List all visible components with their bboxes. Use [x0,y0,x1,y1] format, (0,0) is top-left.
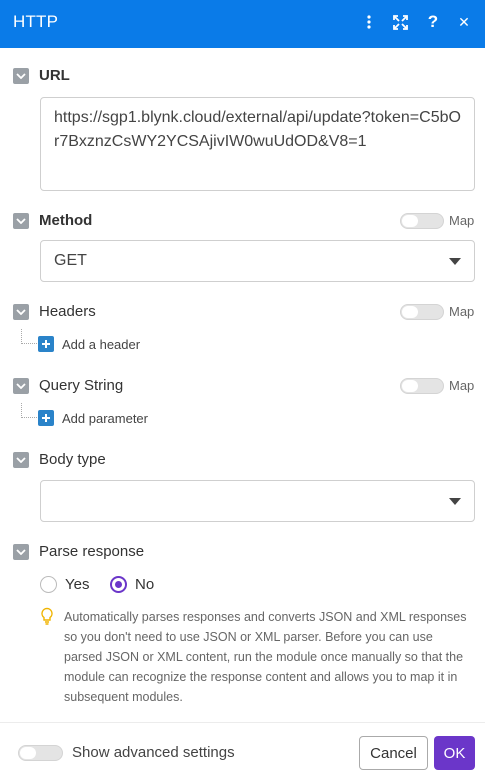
add-parameter-button[interactable]: Add parameter [38,410,148,426]
add-header-label: Add a header [62,336,141,352]
help-icon[interactable]: ? [421,10,445,34]
method-map-toggle[interactable] [400,213,444,229]
method-label: Method [39,212,93,229]
url-collapse-toggle[interactable] [13,68,29,84]
parse-response-no-radio[interactable]: No [110,576,154,593]
tree-connector [21,403,37,418]
query-string-map-toggle[interactable] [400,378,444,394]
module-header: HTTP ? ✕ [0,0,485,48]
query-string-collapse-toggle[interactable] [13,378,29,394]
parse-response-hint: Automatically parses responses and conve… [64,610,467,704]
cancel-button[interactable]: Cancel [359,736,428,770]
method-collapse-toggle[interactable] [13,213,29,229]
parse-response-label: Parse response [39,543,145,560]
module-footer: Show advanced settings Cancel OK [0,722,485,780]
plus-icon [38,336,54,352]
module-title: HTTP [13,12,59,31]
headers-map-toggle[interactable] [400,304,444,320]
url-input[interactable]: https://sgp1.blynk.cloud/external/api/up… [40,97,475,191]
method-select[interactable]: GET [40,240,475,282]
lightbulb-icon [40,607,54,625]
body-type-label: Body type [39,451,106,468]
close-icon[interactable]: ✕ [452,10,476,34]
parse-response-yes-radio[interactable]: Yes [40,576,89,593]
advanced-settings-toggle[interactable] [18,745,63,761]
headers-map-label: Map [449,304,475,319]
add-parameter-label: Add parameter [62,410,148,426]
parse-response-collapse-toggle[interactable] [13,544,29,560]
query-string-map-label: Map [449,378,475,393]
radio-label-yes: Yes [65,576,90,593]
method-map-label: Map [449,213,475,228]
url-label: URL [39,67,70,84]
ok-button[interactable]: OK [434,736,475,770]
headers-collapse-toggle[interactable] [13,304,29,320]
add-header-button[interactable]: Add a header [38,336,140,352]
method-select-value: GET [54,252,87,269]
caret-down-icon [449,258,461,265]
plus-icon [38,410,54,426]
body-type-select[interactable] [40,480,475,522]
body-type-collapse-toggle[interactable] [13,452,29,468]
expand-icon[interactable] [388,10,412,34]
radio-circle-checked [110,576,127,593]
advanced-settings-label: Show advanced settings [72,744,235,761]
radio-circle [40,576,57,593]
query-string-label: Query String [39,377,124,394]
tree-connector [21,329,37,344]
caret-down-icon [449,498,461,505]
more-vertical-icon[interactable] [357,10,381,34]
radio-label-no: No [135,576,155,593]
headers-label: Headers [39,303,96,320]
